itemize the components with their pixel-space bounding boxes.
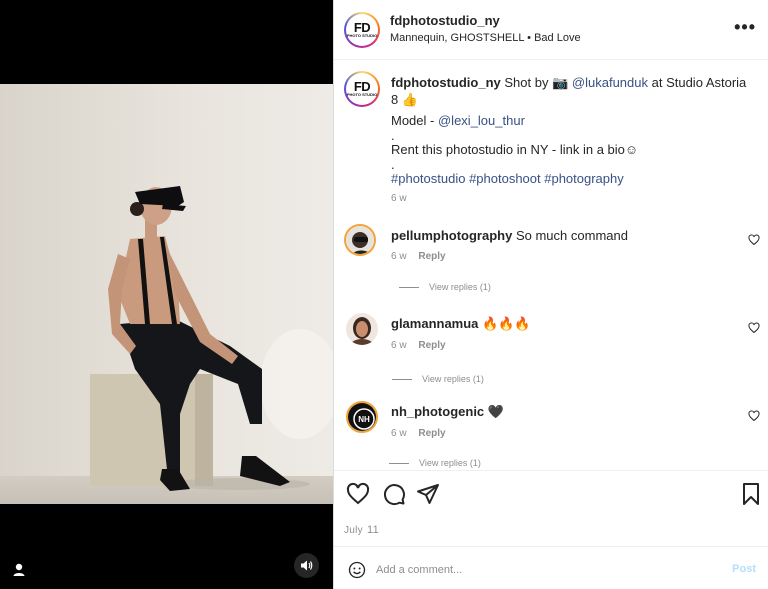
- media-pane: [0, 0, 333, 589]
- comment-username[interactable]: glamannamua: [391, 316, 478, 331]
- caption-hashtags[interactable]: #photostudio #photoshoot #photography: [391, 170, 751, 187]
- reply-button[interactable]: Reply: [418, 340, 445, 351]
- avatar-logo-text: FD: [353, 20, 371, 35]
- comment-username[interactable]: nh_photogenic: [391, 404, 484, 419]
- caption-timestamp[interactable]: 6 w: [391, 193, 407, 204]
- instagram-post-view: FD PHOTO STUDIO fdphotostudio_ny Mannequ…: [0, 0, 768, 589]
- svg-text:NH: NH: [358, 415, 370, 424]
- avatar-logo-text: FD: [353, 79, 371, 94]
- comment-meta: 6 w Reply: [391, 340, 446, 351]
- post-caption: fdphotostudio_ny Shot by 📷 @lukafunduk a…: [391, 74, 751, 187]
- comment-body: 🖤: [487, 404, 504, 419]
- view-replies-label: View replies (1): [419, 458, 481, 468]
- comment-like-icon[interactable]: [748, 322, 760, 334]
- speaker-icon: [301, 560, 313, 571]
- reply-thread-line: [392, 378, 412, 380]
- more-horizontal-icon: •••: [734, 17, 756, 37]
- commenter-avatar[interactable]: NH: [346, 401, 378, 433]
- reply-thread-line: [389, 462, 409, 464]
- send-icon[interactable]: [416, 482, 440, 506]
- comment-like-icon[interactable]: [748, 234, 760, 246]
- view-replies-button[interactable]: View replies (1): [389, 458, 481, 468]
- post-header: FD PHOTO STUDIO fdphotostudio_ny Mannequ…: [334, 0, 768, 60]
- commenter-avatar[interactable]: [344, 224, 376, 256]
- smiley-icon[interactable]: [348, 561, 366, 579]
- post-date-month: July: [344, 525, 363, 536]
- view-replies-button[interactable]: View replies (1): [392, 374, 484, 384]
- sound-toggle-button[interactable]: [294, 553, 319, 578]
- caption-username[interactable]: fdphotostudio_ny: [391, 75, 501, 90]
- comment-text: pellumphotography So much command: [391, 228, 628, 243]
- caption-model-line: Model - @lexi_lou_thur: [391, 112, 751, 129]
- comment-age[interactable]: 6 w: [391, 251, 407, 262]
- post-date[interactable]: July 11: [344, 524, 379, 536]
- caption-dot: .: [391, 157, 395, 172]
- add-comment-divider: [334, 546, 768, 547]
- comment-username[interactable]: pellumphotography: [391, 228, 512, 243]
- post-comment-button[interactable]: Post: [732, 563, 756, 575]
- avatar-image: [346, 313, 378, 345]
- comment-meta: 6 w Reply: [391, 428, 446, 439]
- user-icon: [13, 563, 25, 576]
- comment-text: nh_photogenic 🖤: [391, 404, 504, 420]
- avatar-logo-sub: PHOTO STUDIO: [346, 92, 378, 97]
- actions-divider: [334, 470, 768, 471]
- user-tag-icon[interactable]: [10, 561, 28, 579]
- comment-body: 🔥🔥🔥: [482, 316, 531, 331]
- author-avatar[interactable]: FD PHOTO STUDIO: [344, 12, 380, 48]
- comment-body: So much command: [515, 228, 628, 243]
- add-comment-input[interactable]: [376, 560, 716, 580]
- comment-icon[interactable]: [382, 482, 406, 506]
- post-details-pane: FD PHOTO STUDIO fdphotostudio_ny Mannequ…: [334, 0, 768, 589]
- audio-separator: •: [527, 32, 532, 44]
- more-options-button[interactable]: •••: [734, 17, 756, 38]
- audio-artist[interactable]: Mannequin, GHOSTSHELL: [390, 32, 524, 44]
- comment-text: glamannamua 🔥🔥🔥: [391, 316, 531, 332]
- bookmark-icon[interactable]: [739, 482, 763, 506]
- view-replies-label: View replies (1): [429, 282, 491, 292]
- caption-author-avatar[interactable]: FD PHOTO STUDIO: [344, 71, 380, 107]
- audio-info: Mannequin, GHOSTSHELL • Bad Love: [390, 32, 581, 44]
- caption-promo: Rent this photostudio in NY - link in a …: [391, 142, 639, 157]
- avatar-image: NH: [348, 403, 376, 431]
- reply-button[interactable]: Reply: [418, 251, 445, 262]
- caption-mention-photographer[interactable]: @lukafunduk: [572, 75, 648, 90]
- view-replies-button[interactable]: View replies (1): [399, 282, 491, 292]
- audio-song[interactable]: Bad Love: [534, 32, 580, 44]
- avatar-logo-sub: PHOTO STUDIO: [346, 33, 378, 38]
- reply-button[interactable]: Reply: [418, 428, 445, 439]
- caption-model-label: Model -: [391, 113, 435, 128]
- caption-dot: .: [391, 128, 395, 143]
- reply-thread-line: [399, 286, 419, 288]
- view-replies-label: View replies (1): [422, 374, 484, 384]
- comment-age[interactable]: 6 w: [391, 340, 407, 351]
- post-date-day: 11: [366, 524, 380, 536]
- caption-mention-model[interactable]: @lexi_lou_thur: [438, 113, 525, 128]
- comment-meta: 6 w Reply: [391, 251, 446, 262]
- caption-text-1: Shot by 📷: [504, 75, 569, 90]
- commenter-avatar[interactable]: [346, 313, 378, 345]
- heart-icon[interactable]: [346, 482, 370, 506]
- photo-illustration: [0, 84, 333, 504]
- author-username[interactable]: fdphotostudio_ny: [390, 13, 500, 28]
- comment-age[interactable]: 6 w: [391, 428, 407, 439]
- avatar-image: [346, 226, 374, 254]
- comment-like-icon[interactable]: [748, 410, 760, 422]
- post-photo[interactable]: [0, 84, 333, 504]
